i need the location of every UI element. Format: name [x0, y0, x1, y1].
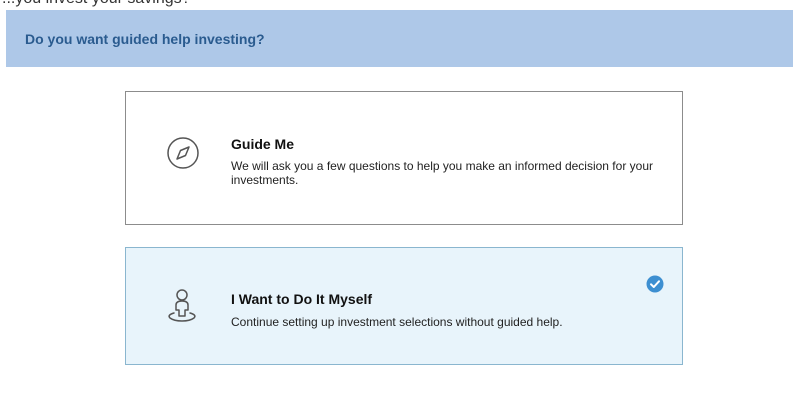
question-title: Do you want guided help investing?	[25, 31, 265, 47]
option-card-do-it-myself[interactable]: I Want to Do It Myself Continue setting …	[125, 247, 683, 365]
option-title: I Want to Do It Myself	[231, 291, 373, 307]
person-pin-icon	[168, 289, 196, 322]
option-description: We will ask you a few questions to help …	[231, 159, 653, 187]
option-title: Guide Me	[231, 136, 295, 152]
cut-off-question-label: ...you invest your savings?	[2, 0, 191, 8]
option-description: Continue setting up investment selection…	[231, 315, 563, 329]
compass-icon	[167, 137, 199, 169]
selected-check-icon	[646, 275, 664, 293]
cut-off-question-text: ...you invest your savings?	[0, 0, 793, 10]
option-card-guide-me[interactable]: Guide Me We will ask you a few questions…	[125, 91, 683, 225]
